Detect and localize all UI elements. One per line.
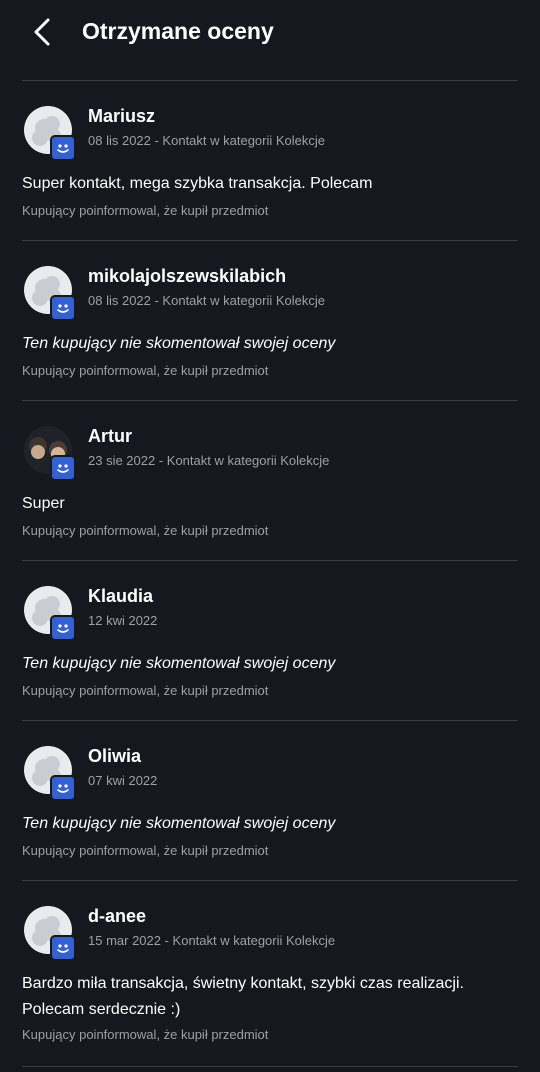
reviewer-name[interactable]: Mariusz [88, 106, 155, 127]
review-item: mikolajolszewskilabich 08 lis 2022 - Kon… [22, 241, 518, 401]
purchase-info: Kupujący poinformowal, że kupił przedmio… [22, 843, 269, 858]
reviewer-name[interactable]: d-anee [88, 906, 146, 927]
review-item: Artur 23 sie 2022 - Kontakt w kategorii … [22, 401, 518, 561]
user-badge-icon [50, 775, 76, 801]
review-comment: Ten kupujący nie skomentował swojej ocen… [22, 815, 336, 832]
reviewer-name[interactable]: Artur [88, 426, 132, 447]
review-comment: Ten kupujący nie skomentował swojej ocen… [22, 335, 336, 352]
review-item: Klaudia 12 kwi 2022 Ten kupujący nie sko… [22, 561, 518, 721]
review-item: d-anee 15 mar 2022 - Kontakt w kategorii… [22, 881, 518, 1067]
review-meta: 08 lis 2022 - Kontakt w kategorii Kolekc… [88, 293, 326, 308]
review-meta: 07 kwi 2022 [88, 773, 158, 788]
avatar[interactable] [24, 106, 76, 161]
page-title: Otrzymane oceny [82, 18, 274, 44]
avatar[interactable] [24, 586, 76, 641]
purchase-info: Kupujący poinformowal, że kupił przedmio… [22, 523, 269, 538]
chevron-left-icon [34, 18, 50, 46]
avatar[interactable] [24, 906, 76, 961]
review-meta: 08 lis 2022 - Kontakt w kategorii Kolekc… [88, 133, 326, 148]
user-badge-icon [50, 455, 76, 481]
reviewer-name[interactable]: Klaudia [88, 586, 153, 607]
review-meta: 12 kwi 2022 [88, 613, 158, 628]
avatar[interactable] [24, 746, 76, 801]
review-item: Oliwia 07 kwi 2022 Ten kupujący nie skom… [22, 721, 518, 881]
review-comment: Super kontakt, mega szybka transakcja. P… [22, 175, 373, 192]
user-badge-icon [50, 295, 76, 321]
back-button[interactable] [26, 16, 58, 48]
reviewer-name[interactable]: Oliwia [88, 746, 141, 767]
purchase-info: Kupujący poinformowal, że kupił przedmio… [22, 203, 269, 218]
review-comment: Bardzo miła transakcja, świetny kontakt,… [22, 975, 464, 1018]
review-meta: 23 sie 2022 - Kontakt w kategorii Kolekc… [88, 453, 330, 468]
review-item: Mariusz 08 lis 2022 - Kontakt w kategori… [22, 81, 518, 241]
app-header: Otrzymane oceny [22, 0, 518, 81]
review-meta: 15 mar 2022 - Kontakt w kategorii Kolekc… [88, 933, 336, 948]
review-comment: Super [22, 495, 65, 512]
purchase-info: Kupujący poinformowal, że kupił przedmio… [22, 363, 269, 378]
purchase-info: Kupujący poinformowal, że kupił przedmio… [22, 683, 269, 698]
avatar[interactable] [24, 266, 76, 321]
user-badge-icon [50, 935, 76, 961]
user-badge-icon [50, 615, 76, 641]
reviewer-name[interactable]: mikolajolszewskilabich [88, 266, 286, 287]
purchase-info: Kupujący poinformowal, że kupił przedmio… [22, 1027, 269, 1042]
review-comment: Ten kupujący nie skomentował swojej ocen… [22, 655, 336, 672]
avatar[interactable] [24, 426, 76, 481]
user-badge-icon [50, 135, 76, 161]
